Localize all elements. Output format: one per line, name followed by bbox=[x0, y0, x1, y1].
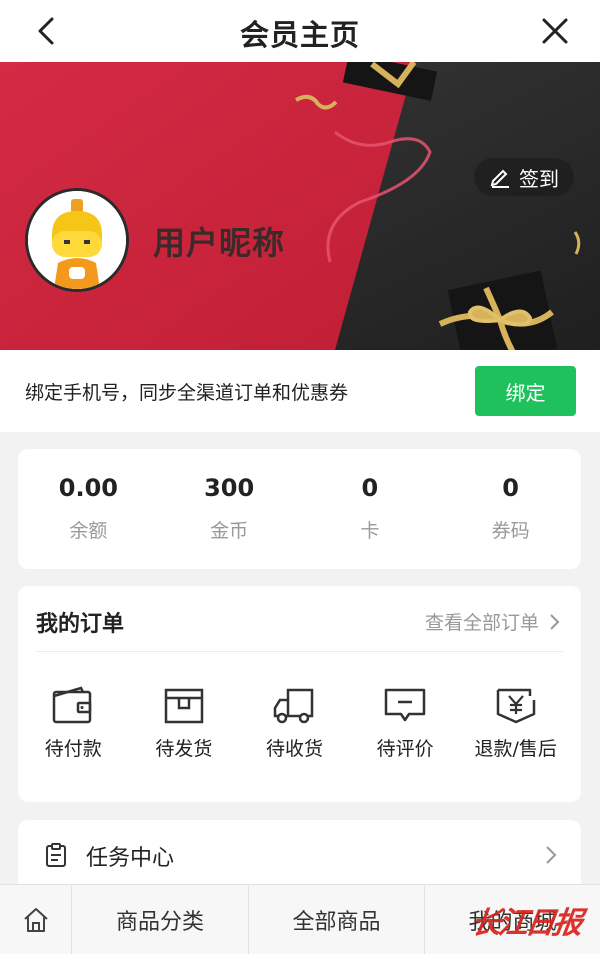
avatar-mascot-icon bbox=[28, 191, 126, 289]
signin-button[interactable]: 签到 bbox=[474, 158, 574, 196]
stat-label: 券码 bbox=[491, 520, 530, 542]
task-center-row[interactable]: 任务中心 bbox=[18, 820, 581, 890]
stat-value: 0 bbox=[502, 474, 519, 502]
orders-title: 我的订单 bbox=[36, 612, 125, 637]
stat-cards[interactable]: 0 卡 bbox=[300, 449, 441, 569]
order-status-pending-review[interactable]: 待评价 bbox=[350, 686, 461, 761]
stat-value: 0.00 bbox=[58, 474, 118, 502]
stat-value: 0 bbox=[361, 474, 379, 502]
watermark-logo: 长江日报 bbox=[469, 906, 582, 941]
account-stats-card: 0.00 余额 300 金币 0 卡 0 券码 bbox=[18, 449, 581, 569]
stat-balance[interactable]: 0.00 余额 bbox=[18, 449, 159, 569]
stat-label: 金币 bbox=[210, 520, 249, 542]
refund-icon bbox=[496, 688, 535, 724]
stat-label: 余额 bbox=[69, 520, 108, 542]
tab-categories[interactable]: 商品分类 bbox=[72, 885, 249, 954]
pencil-icon bbox=[490, 169, 509, 188]
wallet-icon bbox=[53, 686, 92, 724]
truck-icon bbox=[274, 688, 314, 724]
package-icon bbox=[164, 688, 204, 724]
order-status-label: 待付款 bbox=[44, 738, 102, 760]
bind-phone-prompt: 绑定手机号，同步全渠道订单和优惠券 bbox=[25, 382, 349, 404]
stat-coupons[interactable]: 0 券码 bbox=[440, 449, 581, 569]
chevron-right-icon bbox=[550, 613, 560, 630]
signin-label: 签到 bbox=[519, 166, 559, 191]
bind-button[interactable]: 绑定 bbox=[475, 366, 576, 416]
order-status-pending-payment[interactable]: 待付款 bbox=[18, 686, 129, 761]
tab-home[interactable] bbox=[0, 885, 72, 954]
stat-label: 卡 bbox=[360, 520, 380, 542]
chevron-right-icon bbox=[546, 846, 557, 864]
bind-phone-row: 绑定手机号，同步全渠道订单和优惠券 绑定 bbox=[0, 350, 600, 432]
order-status-pending-shipment[interactable]: 待发货 bbox=[129, 686, 240, 761]
top-nav-bar: 会员主页 bbox=[0, 0, 600, 62]
close-icon[interactable] bbox=[538, 14, 572, 48]
clipboard-icon bbox=[46, 843, 66, 867]
order-status-list: 待付款 待发货 待收货 待评价 退款/售后 bbox=[18, 686, 581, 761]
order-status-label: 待收货 bbox=[265, 738, 323, 760]
user-nickname: 用户昵称 bbox=[153, 224, 286, 262]
stat-value: 300 bbox=[204, 474, 255, 502]
page-title: 会员主页 bbox=[239, 18, 360, 52]
order-status-label: 退款/售后 bbox=[474, 738, 557, 760]
order-status-refund[interactable]: 退款/售后 bbox=[460, 686, 571, 761]
member-banner: 用户昵称 签到 bbox=[0, 62, 600, 350]
order-status-label: 待发货 bbox=[155, 738, 213, 760]
stat-coins[interactable]: 300 金币 bbox=[159, 449, 300, 569]
task-center-label: 任务中心 bbox=[86, 846, 175, 871]
my-orders-card: 我的订单 查看全部订单 待付款 待发货 待收货 待评价 退款/售后 bbox=[18, 586, 581, 802]
home-icon bbox=[23, 907, 48, 932]
view-all-orders-label: 查看全部订单 bbox=[424, 612, 539, 634]
orders-divider bbox=[36, 651, 563, 652]
order-status-pending-receipt[interactable]: 待收货 bbox=[239, 686, 350, 761]
comment-icon bbox=[384, 688, 426, 722]
view-all-orders-link[interactable]: 查看全部订单 bbox=[425, 608, 561, 635]
tab-all-products[interactable]: 全部商品 bbox=[249, 885, 425, 954]
avatar[interactable] bbox=[25, 188, 129, 292]
order-status-label: 待评价 bbox=[376, 738, 434, 760]
